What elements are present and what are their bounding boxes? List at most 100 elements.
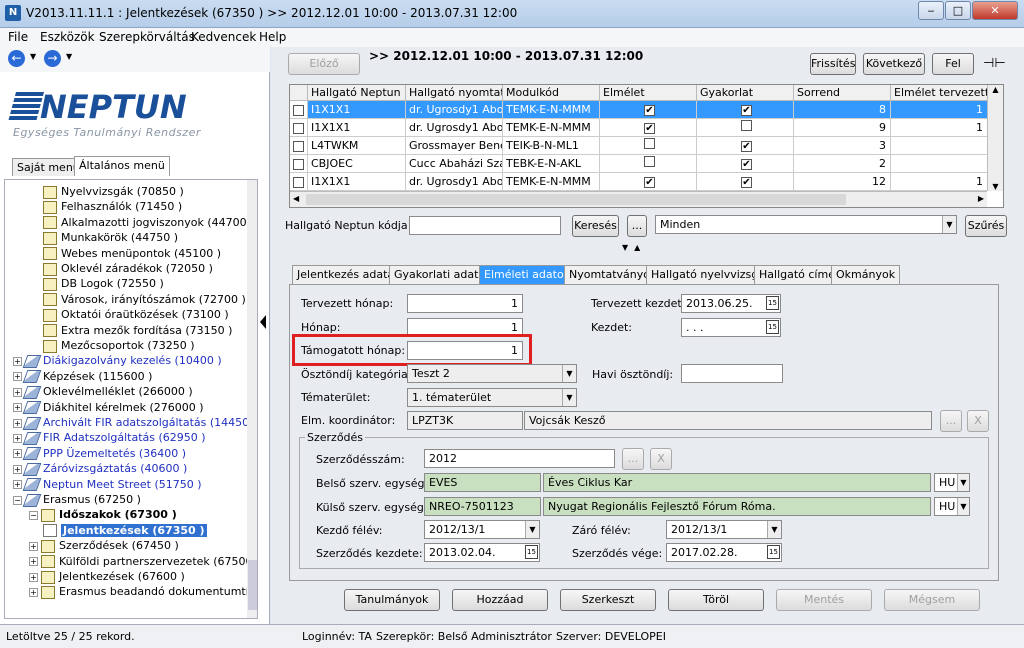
grid-cell-gyak[interactable]: ✔: [697, 101, 794, 119]
grid-cell-neptun[interactable]: I1X1X1: [308, 101, 406, 119]
pin-icon[interactable]: ⊣⊢: [983, 56, 1006, 71]
expand-icon[interactable]: +: [13, 480, 22, 490]
checkbox[interactable]: [293, 123, 304, 134]
contract-clear-button[interactable]: X: [650, 448, 672, 470]
tree-item[interactable]: + Neptun Meet Street (51750 ): [13, 477, 202, 493]
calendar-icon[interactable]: 15: [767, 545, 780, 559]
tree-item[interactable]: Nyelvvizsgák (70850 ): [43, 184, 184, 200]
expand-icon[interactable]: +: [29, 572, 38, 582]
lookup-button[interactable]: ...: [627, 215, 647, 237]
scroll-up-icon[interactable]: ▲: [988, 85, 1003, 94]
grid-cell-terv[interactable]: [891, 155, 988, 173]
calendar-icon[interactable]: 15: [766, 296, 779, 310]
collapse-icon[interactable]: −: [13, 495, 22, 505]
expand-icon[interactable]: +: [29, 557, 38, 567]
tree-item[interactable]: + FIR Adatszolgáltatás (62950 ): [13, 430, 206, 446]
tree-item[interactable]: Jelentkezések (67350 ): [43, 523, 207, 539]
grid-cell-elmelet[interactable]: [600, 137, 697, 155]
cancel-button[interactable]: Mégsem: [884, 589, 980, 611]
grid-cell-gyak[interactable]: ✔: [697, 137, 794, 155]
menu-kedvencek[interactable]: Kedvencek: [191, 30, 256, 44]
chevron-down-icon[interactable]: ▼: [957, 474, 969, 491]
tree-item[interactable]: Mezőcsoportok (73250 ): [43, 338, 195, 354]
tree-item[interactable]: − Erasmus (67250 ): [13, 492, 141, 508]
checkbox[interactable]: [293, 141, 304, 152]
collapse-icon[interactable]: −: [29, 510, 38, 520]
tree-item[interactable]: − Időszakok (67300 ): [29, 507, 177, 523]
grid-cell-sorrend[interactable]: 9: [794, 119, 891, 137]
grid-vscroll[interactable]: ▲ ▼: [987, 85, 1003, 191]
belso-egyseg-code[interactable]: EVES: [424, 473, 541, 492]
scroll-right-icon[interactable]: ▶: [978, 194, 984, 203]
expand-icon[interactable]: +: [29, 541, 38, 551]
grid-cell-name[interactable]: dr. Ugrosdy1 Aboska: [406, 119, 503, 137]
tervezett-honap-input[interactable]: 1: [407, 294, 523, 313]
grid-header-sorrend[interactable]: Sorrend: [794, 85, 891, 101]
tree-item[interactable]: Webes menüpontok (45100 ): [43, 246, 221, 262]
zaro-felev-select[interactable]: 2012/13/1 ▼: [666, 520, 782, 539]
grid-cell-modul[interactable]: TEIK-B-N-ML1: [503, 137, 600, 155]
edit-button[interactable]: Szerkeszt: [560, 589, 656, 611]
checkbox[interactable]: [293, 105, 304, 116]
tab-okmanyok[interactable]: Okmányok: [831, 265, 901, 284]
add-button[interactable]: Hozzáad: [452, 589, 548, 611]
tree-item[interactable]: + PPP Üzemeltetés (36400 ): [13, 446, 186, 462]
checkbox[interactable]: [293, 177, 304, 188]
grid-cell-terv[interactable]: 1: [891, 119, 988, 137]
tab-altalanos-menu[interactable]: Általános menü: [74, 156, 170, 176]
belso-lang-select[interactable]: HU ▼: [934, 473, 970, 492]
tree-item[interactable]: + Külföldi partnerszervezetek (67500 ): [29, 554, 257, 570]
grid-cell-name[interactable]: dr. Ugrosdy1 Aboska: [406, 101, 503, 119]
maximize-button[interactable]: □: [945, 1, 971, 20]
tree-item[interactable]: + Diákhitel kérelmek (276000 ): [13, 400, 204, 416]
tree-scrollbar-thumb[interactable]: [248, 560, 257, 610]
grid-cell-elmelet[interactable]: ✔: [600, 173, 697, 191]
tree-item[interactable]: Városok, irányítószámok (72700 ): [43, 292, 246, 308]
filter-button[interactable]: Szűrés: [965, 215, 1007, 237]
splitter-arrows-icon[interactable]: ▼▲: [622, 243, 667, 253]
tab-jelentkezes-adatai[interactable]: Jelentkezés adatai: [292, 265, 403, 284]
grid-cell-modul[interactable]: TEMK-E-N-MMM: [503, 101, 600, 119]
tree-item[interactable]: + Záróvizsgáztatás (40600 ): [13, 461, 187, 477]
row-select-checkbox[interactable]: [290, 137, 308, 155]
grid-cell-modul[interactable]: TEMK-E-N-MMM: [503, 173, 600, 191]
close-button[interactable]: ✕: [972, 1, 1018, 20]
checkbox[interactable]: ✔: [644, 177, 655, 188]
tab-hallgato-cimei[interactable]: Hallgató címei: [754, 265, 844, 284]
row-select-checkbox[interactable]: [290, 155, 308, 173]
expand-icon[interactable]: +: [13, 356, 22, 366]
grid-cell-neptun[interactable]: CBJOEC: [308, 155, 406, 173]
next-button[interactable]: Következő: [863, 53, 925, 75]
contract-lookup-button[interactable]: ...: [622, 448, 644, 470]
grid-cell-elmelet[interactable]: [600, 155, 697, 173]
up-button[interactable]: Fel: [932, 53, 974, 75]
grid-header-name[interactable]: Hallgató nyomtatá...: [406, 85, 503, 101]
tamogatott-honap-input[interactable]: 1: [407, 341, 523, 360]
tree-item[interactable]: Munkakörök (44750 ): [43, 230, 178, 246]
tree-item[interactable]: DB Logok (72550 ): [43, 276, 164, 292]
kezdo-felev-select[interactable]: 2012/13/1 ▼: [424, 520, 540, 539]
tervezett-kezdet-input[interactable]: 2013.06.25. 15: [681, 294, 781, 313]
tree-item[interactable]: + Oklevélmelléklet (266000 ): [13, 384, 193, 400]
temateruletek-select[interactable]: 1. tématerület ▼: [407, 388, 577, 407]
grid-cell-name[interactable]: Cucc Abaházi Szabr: [406, 155, 503, 173]
grid-cell-neptun[interactable]: L4TWKM: [308, 137, 406, 155]
szerzodesszam-input[interactable]: 2012: [424, 449, 615, 468]
tree-item[interactable]: Felhasználók (71450 ): [43, 199, 182, 215]
tree-item[interactable]: Alkalmazotti jogviszonyok (44700 ): [43, 215, 254, 231]
grid-cell-elmelet[interactable]: ✔: [600, 101, 697, 119]
checkbox[interactable]: [741, 120, 752, 131]
row-select-checkbox[interactable]: [290, 119, 308, 137]
forward-icon[interactable]: →: [44, 50, 61, 67]
chevron-down-icon[interactable]: ▼: [525, 521, 539, 538]
chevron-down-icon[interactable]: ▼: [767, 521, 781, 538]
tree-item[interactable]: + Jelentkezések (67600 ): [29, 569, 185, 585]
grid-hscroll[interactable]: ◀ ▶: [290, 191, 987, 207]
grid-cell-terv[interactable]: 1: [891, 101, 988, 119]
grid-cell-modul[interactable]: TEMK-E-N-MMM: [503, 119, 600, 137]
koordinator-code[interactable]: LPZT3K: [407, 411, 523, 430]
tree-item[interactable]: Extra mezők fordítása (73150 ): [43, 323, 232, 339]
search-button[interactable]: Keresés: [572, 215, 619, 237]
applications-grid[interactable]: Hallgató Neptun ... Hallgató nyomtatá...…: [289, 84, 1004, 208]
grid-cell-elmelet[interactable]: ✔: [600, 119, 697, 137]
